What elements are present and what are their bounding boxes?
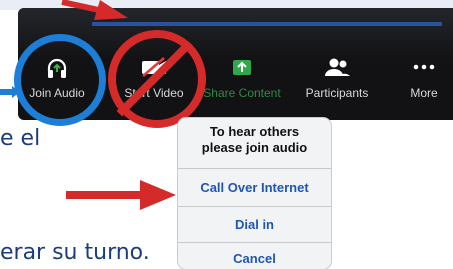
participants-label: Participants: [305, 86, 369, 100]
share-screen-icon: [229, 56, 255, 81]
participants-button[interactable]: Participants: [300, 56, 374, 108]
document-text-line1: e el: [0, 126, 41, 151]
more-label: More: [410, 86, 438, 100]
more-dots-icon: [412, 56, 436, 81]
popup-divider: [178, 168, 331, 169]
blue-highlight-circle: [14, 34, 106, 126]
document-text-line2: erar su turno.: [0, 240, 150, 265]
popup-divider: [178, 242, 331, 243]
share-content-button[interactable]: Share Content: [200, 56, 284, 108]
dial-in-option[interactable]: Dial in: [178, 217, 331, 232]
more-button[interactable]: More: [402, 56, 446, 108]
share-content-label: Share Content: [203, 86, 281, 100]
call-over-internet-option[interactable]: Call Over Internet: [178, 180, 331, 195]
cancel-option[interactable]: Cancel: [178, 251, 331, 266]
popup-divider: [178, 206, 331, 207]
red-arrow-top: [61, 0, 128, 20]
popup-header-line1: To hear others: [209, 124, 300, 139]
blue-arrow-tip: [0, 86, 20, 98]
participants-icon: [323, 56, 351, 81]
join-audio-popup: To hear others please join audio Call Ov…: [178, 118, 331, 269]
video-area-line: [92, 22, 442, 26]
red-arrow-to-call-over-internet: [66, 180, 176, 210]
popup-header: To hear others please join audio: [178, 124, 331, 156]
popup-header-line2: please join audio: [201, 140, 308, 155]
